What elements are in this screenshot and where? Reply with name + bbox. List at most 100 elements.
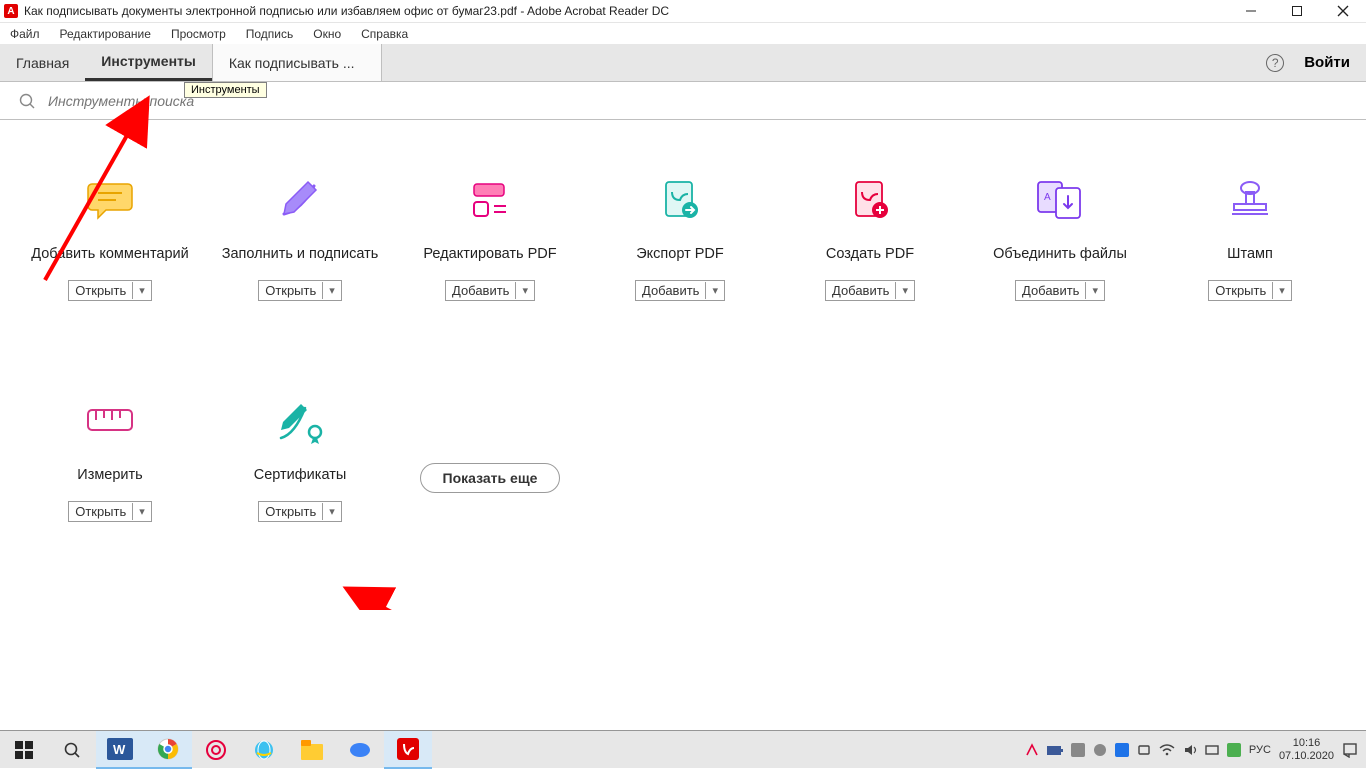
chevron-down-icon[interactable]: ▾ xyxy=(132,282,151,299)
taskbar-app-2[interactable] xyxy=(336,731,384,769)
tray-wifi-icon[interactable] xyxy=(1159,744,1175,756)
tray-icon[interactable] xyxy=(1205,743,1219,757)
tray-time: 10:16 xyxy=(1279,737,1334,749)
chevron-down-icon[interactable]: ▾ xyxy=(322,282,341,299)
tool-open-button[interactable]: Открыть▾ xyxy=(68,501,152,522)
search-icon xyxy=(18,92,36,110)
menu-edit[interactable]: Редактирование xyxy=(50,27,161,41)
tool-row-2: Измерить Открыть▾ Сертификаты Открыть▾ П… xyxy=(0,391,1366,522)
chevron-down-icon[interactable]: ▾ xyxy=(322,503,341,520)
tray-language[interactable]: РУС xyxy=(1249,744,1271,756)
tray-notifications-icon[interactable] xyxy=(1342,742,1358,758)
svg-text:W: W xyxy=(113,742,126,757)
tool-add-button[interactable]: Добавить▾ xyxy=(825,280,915,301)
search-input[interactable] xyxy=(46,92,306,110)
tools-area: Добавить комментарий Открыть▾ Заполнить … xyxy=(0,120,1366,730)
tray-icon[interactable] xyxy=(1137,743,1151,757)
tray-icon[interactable] xyxy=(1093,743,1107,757)
tool-export-pdf[interactable]: Экспорт PDF Добавить▾ xyxy=(585,170,775,301)
chevron-down-icon[interactable]: ▾ xyxy=(895,282,914,299)
tray-icon[interactable] xyxy=(1227,743,1241,757)
menu-view[interactable]: Просмотр xyxy=(161,27,236,41)
chevron-down-icon[interactable]: ▾ xyxy=(1085,282,1104,299)
tool-create-pdf[interactable]: Создать PDF Добавить▾ xyxy=(775,170,965,301)
tool-edit-pdf[interactable]: Редактировать PDF Добавить▾ xyxy=(395,170,585,301)
tool-open-button[interactable]: Открыть▾ xyxy=(258,501,342,522)
chevron-down-icon[interactable]: ▾ xyxy=(132,503,151,520)
close-button[interactable] xyxy=(1320,0,1366,22)
tool-label: Редактировать PDF xyxy=(423,234,556,274)
window-titlebar: A Как подписывать документы электронной … xyxy=(0,0,1366,22)
menu-help[interactable]: Справка xyxy=(351,27,418,41)
tool-show-more-container: Показать еще xyxy=(395,391,585,522)
taskbar-ie[interactable] xyxy=(240,731,288,769)
tray-icon[interactable] xyxy=(1047,744,1063,756)
menu-sign[interactable]: Подпись xyxy=(236,27,304,41)
tray-icon[interactable] xyxy=(1025,743,1039,757)
svg-text:A: A xyxy=(1044,192,1051,203)
taskbar-acrobat[interactable] xyxy=(384,731,432,769)
tool-add-comment[interactable]: Добавить комментарий Открыть▾ xyxy=(15,170,205,301)
taskbar-search[interactable] xyxy=(48,731,96,769)
menu-file[interactable]: Файл xyxy=(0,27,50,41)
show-more-button[interactable]: Показать еще xyxy=(420,463,561,493)
tool-certificates[interactable]: Сертификаты Открыть▾ xyxy=(205,391,395,522)
chevron-down-icon[interactable]: ▾ xyxy=(1272,282,1291,299)
tool-combine-files[interactable]: A Объединить файлы Добавить▾ xyxy=(965,170,1155,301)
tooltip: Инструменты xyxy=(184,82,267,98)
tab-tools[interactable]: Инструменты xyxy=(85,44,212,81)
system-tray: РУС 10:16 07.10.2020 xyxy=(1025,737,1366,761)
tool-stamp[interactable]: Штамп Открыть▾ xyxy=(1155,170,1345,301)
comment-icon xyxy=(86,170,134,230)
tool-fill-sign[interactable]: Заполнить и подписать Открыть▾ xyxy=(205,170,395,301)
tab-document[interactable]: Как подписывать ... xyxy=(212,44,382,81)
taskbar-chrome[interactable] xyxy=(144,731,192,769)
tool-open-button[interactable]: Открыть▾ xyxy=(258,280,342,301)
chevron-down-icon[interactable]: ▾ xyxy=(515,282,534,299)
combine-files-icon: A xyxy=(1034,170,1086,230)
window-controls xyxy=(1228,0,1366,22)
export-pdf-icon xyxy=(656,170,704,230)
window-title: Как подписывать документы электронной по… xyxy=(24,4,669,18)
pen-icon xyxy=(276,170,324,230)
tool-open-button[interactable]: Открыть▾ xyxy=(68,280,152,301)
certificate-pen-icon xyxy=(275,391,325,451)
create-pdf-icon xyxy=(846,170,894,230)
tool-add-button[interactable]: Добавить▾ xyxy=(445,280,535,301)
chevron-down-icon[interactable]: ▾ xyxy=(705,282,724,299)
signin-button[interactable]: Войти xyxy=(1304,54,1350,71)
taskbar-app-1[interactable] xyxy=(192,731,240,769)
tab-document-label: Как подписывать ... xyxy=(229,55,355,71)
stamp-icon xyxy=(1226,170,1274,230)
tool-open-button[interactable]: Открыть▾ xyxy=(1208,280,1292,301)
minimize-button[interactable] xyxy=(1228,0,1274,22)
tabs-row: Главная Инструменты Как подписывать ... … xyxy=(0,44,1366,82)
tray-icon[interactable] xyxy=(1115,743,1129,757)
tool-add-button[interactable]: Добавить▾ xyxy=(635,280,725,301)
tool-label: Создать PDF xyxy=(826,234,914,274)
app-icon: A xyxy=(4,4,18,18)
taskbar: W РУС 10:16 07.10.2020 xyxy=(0,730,1366,768)
tray-volume-icon[interactable] xyxy=(1183,743,1197,757)
tray-clock[interactable]: 10:16 07.10.2020 xyxy=(1279,737,1334,761)
tool-label: Объединить файлы xyxy=(993,234,1127,274)
maximize-button[interactable] xyxy=(1274,0,1320,22)
tool-label: Сертификаты xyxy=(254,455,347,495)
taskbar-explorer[interactable] xyxy=(288,731,336,769)
menu-window[interactable]: Окно xyxy=(303,27,351,41)
tray-date: 07.10.2020 xyxy=(1279,750,1334,762)
tool-label: Измерить xyxy=(77,455,142,495)
tray-icon[interactable] xyxy=(1071,743,1085,757)
taskbar-word[interactable]: W xyxy=(96,731,144,769)
tool-measure[interactable]: Измерить Открыть▾ xyxy=(15,391,205,522)
tool-label: Штамп xyxy=(1227,234,1273,274)
help-icon[interactable]: ? xyxy=(1266,54,1284,72)
tool-label: Заполнить и подписать xyxy=(222,234,379,274)
ruler-icon xyxy=(84,391,136,451)
tab-home[interactable]: Главная xyxy=(0,44,85,81)
tool-label: Добавить комментарий xyxy=(31,234,189,274)
start-button[interactable] xyxy=(0,731,48,769)
tool-label: Экспорт PDF xyxy=(636,234,724,274)
menubar: Файл Редактирование Просмотр Подпись Окн… xyxy=(0,22,1366,44)
tool-add-button[interactable]: Добавить▾ xyxy=(1015,280,1105,301)
